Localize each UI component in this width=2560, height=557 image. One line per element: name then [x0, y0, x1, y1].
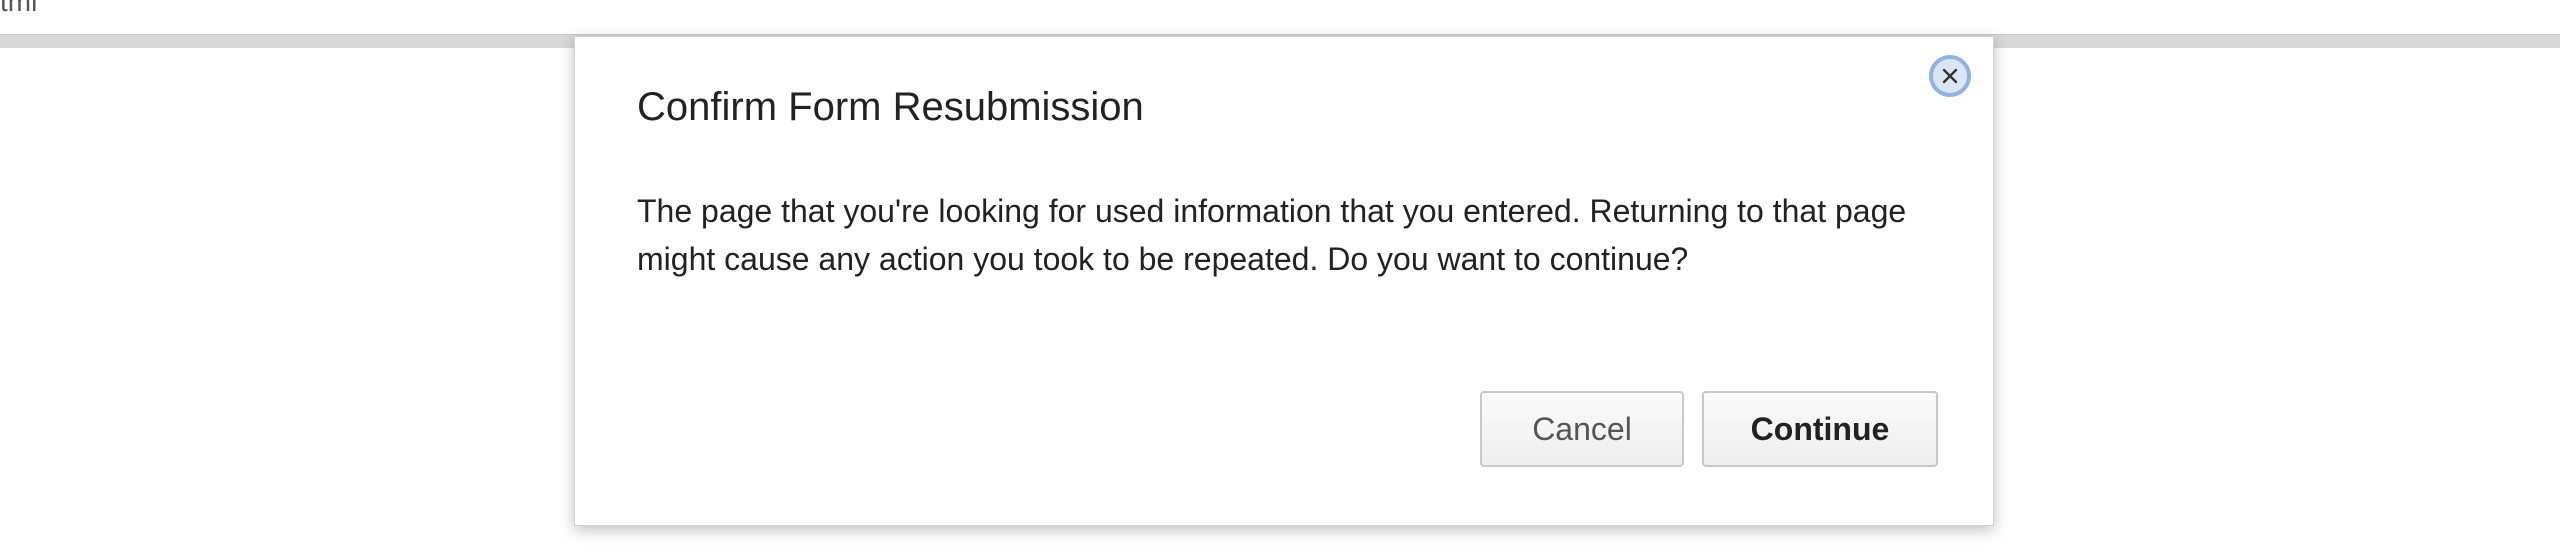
- confirm-dialog: Confirm Form Resubmission The page that …: [574, 36, 1994, 526]
- dialog-title: Confirm Form Resubmission: [637, 85, 1144, 129]
- close-icon: [1942, 68, 1958, 84]
- partial-browser-text: tml: [0, 0, 38, 17]
- cancel-button[interactable]: Cancel: [1480, 391, 1684, 467]
- continue-button[interactable]: Continue: [1702, 391, 1938, 467]
- dialog-message: The page that you're looking for used in…: [637, 193, 1907, 277]
- browser-top-area: tml: [0, 0, 2560, 34]
- close-button[interactable]: [1929, 55, 1971, 97]
